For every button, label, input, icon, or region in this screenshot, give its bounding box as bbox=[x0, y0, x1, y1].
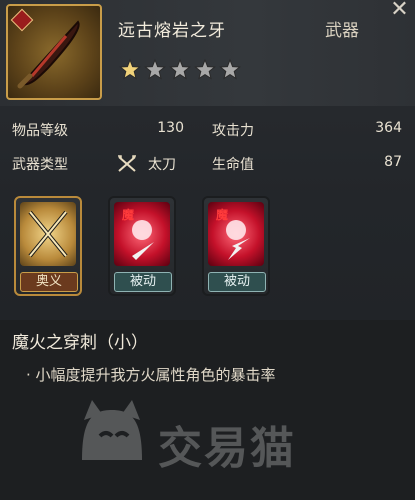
item-name: 远古熔岩之牙 bbox=[118, 21, 226, 41]
stat-item-level: 物品等级 130 bbox=[12, 120, 184, 140]
skill-art bbox=[20, 202, 76, 266]
watermark-text: 交易猫 bbox=[158, 423, 296, 474]
skill-card-passive-2[interactable]: 魔 被动 bbox=[202, 196, 270, 296]
skill-description-title: 魔火之穿刺（小） bbox=[12, 333, 148, 353]
stat-value: 130 bbox=[157, 120, 184, 136]
skill-card-passive-1[interactable]: 魔 被动 bbox=[108, 196, 176, 296]
stat-hp: 生命值 87 bbox=[212, 154, 402, 174]
demon-badge: 魔 bbox=[122, 208, 135, 222]
star-rating bbox=[119, 58, 241, 84]
weapon-type-value: 太刀 bbox=[116, 154, 176, 174]
stat-value: 87 bbox=[384, 154, 402, 170]
blade-icon bbox=[17, 20, 80, 89]
star-empty-icon bbox=[219, 58, 241, 82]
skill-label: 被动 bbox=[208, 272, 266, 292]
item-tooltip-panel: 远古熔岩之牙 武器 ✕ 物品等级 130 攻击力 364 武器类型 太刀 生命值… bbox=[0, 0, 415, 500]
stat-weapon-type: 武器类型 太刀 bbox=[12, 154, 184, 174]
stat-attack: 攻击力 364 bbox=[212, 120, 402, 140]
stat-value: 太刀 bbox=[148, 157, 176, 173]
skill-art: 魔 bbox=[114, 202, 170, 266]
stat-label: 物品等级 bbox=[12, 123, 68, 139]
skill-label: 奥义 bbox=[20, 272, 78, 292]
item-header: 远古熔岩之牙 武器 ✕ bbox=[0, 0, 415, 106]
skill-description: 魔火之穿刺（小） · 小幅度提升我方火属性角色的暴击率 交易猫 bbox=[0, 320, 415, 500]
star-filled-icon bbox=[119, 58, 141, 82]
item-stats: 物品等级 130 攻击力 364 武器类型 太刀 生命值 87 bbox=[0, 114, 415, 184]
skill-cards: 奥义 魔 被动 魔 被动 bbox=[0, 190, 415, 300]
item-thumbnail bbox=[6, 4, 102, 100]
skill-art: 魔 bbox=[208, 202, 264, 266]
star-empty-icon bbox=[169, 58, 191, 82]
stat-label: 攻击力 bbox=[212, 123, 254, 139]
skill-label: 被动 bbox=[114, 272, 172, 292]
stat-value: 364 bbox=[375, 120, 402, 136]
star-empty-icon bbox=[144, 58, 166, 82]
stat-label: 武器类型 bbox=[12, 157, 68, 173]
stat-label: 生命值 bbox=[212, 157, 254, 173]
crossed-swords-icon bbox=[28, 210, 68, 258]
item-type: 武器 bbox=[325, 21, 359, 41]
star-empty-icon bbox=[194, 58, 216, 82]
crossed-swords-icon bbox=[118, 155, 136, 172]
demon-badge: 魔 bbox=[216, 208, 229, 222]
skill-description-line: · 小幅度提升我方火属性角色的暴击率 bbox=[26, 366, 276, 384]
skill-card-ultimate[interactable]: 奥义 bbox=[14, 196, 82, 296]
close-button[interactable]: ✕ bbox=[384, 0, 415, 22]
